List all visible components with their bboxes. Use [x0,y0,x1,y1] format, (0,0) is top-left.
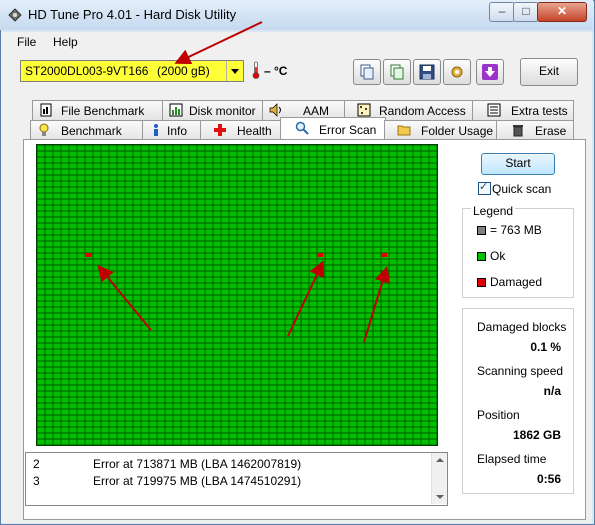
log-scrollbar[interactable] [431,453,447,504]
copy-icon [360,64,374,80]
tab-benchmark[interactable]: Benchmark [30,120,144,140]
tab-info[interactable]: Info [142,120,202,140]
options-button[interactable] [443,59,471,85]
trash-icon [513,125,523,137]
legend-title: Legend [471,204,516,218]
quick-scan-checkbox[interactable] [478,180,491,195]
chevron-down-icon[interactable] [226,61,243,81]
elapsed-time-label: Elapsed time [477,452,547,466]
tab-erase[interactable]: Erase [496,120,574,140]
options-icon [451,66,463,78]
start-button[interactable]: Start [481,153,555,175]
damaged-blocks-value: 0.1 % [530,340,561,354]
menu-bar: File Help [1,32,592,52]
copy-all-button[interactable] [383,59,411,85]
grid-lines [37,145,437,445]
maximize-button[interactable]: □ [513,2,539,22]
menu-help[interactable]: Help [53,35,78,49]
close-button[interactable]: ✕ [537,2,587,22]
position-value: 1862 GB [512,428,561,442]
list-item[interactable]: 3 Error at 719975 MB (LBA 1474510291) [33,474,301,488]
copy-all-icon [390,64,404,80]
tab-file-benchmark[interactable]: File Benchmark [32,100,164,120]
minimize-button[interactable]: – [489,2,515,22]
folder-icon [397,125,411,136]
error-log[interactable]: 2 Error at 713871 MB (LBA 1462007819) 3 Er… [25,452,448,506]
legend-block-swatch [477,226,486,235]
legend-damaged-swatch [477,278,486,287]
health-cross-icon [214,124,226,136]
position-label: Position [477,408,520,422]
tab-error-scan[interactable]: Error Scan [280,117,386,141]
quick-scan-label[interactable]: Quick scan [492,182,551,196]
scroll-up-icon[interactable] [436,458,444,462]
scanning-speed-label: Scanning speed [477,364,564,378]
legend-damaged-label: Damaged [490,275,543,289]
drive-capacity: (2000 gB) [157,64,210,78]
tab-folder-usage[interactable]: Folder Usage [384,120,498,140]
list-item[interactable]: 2 Error at 713871 MB (LBA 1462007819) [33,457,301,471]
speaker-icon [269,103,281,117]
disk-monitor-icon [169,103,183,117]
drive-name: ST2000DL003-9VT166 [25,64,149,78]
error-scan-grid [36,144,438,446]
stats-box [462,308,574,494]
extra-tests-icon [487,103,501,117]
app-icon [8,8,22,22]
copy-button[interactable] [353,59,381,85]
tab-extra-tests[interactable]: Extra tests [472,100,574,120]
bulb-icon [39,123,49,136]
random-access-icon [357,103,371,117]
damaged-block [86,253,92,257]
damaged-blocks-label: Damaged blocks [477,320,567,334]
legend-block-size: = 763 MB [490,223,542,237]
damaged-block [381,253,387,257]
info-icon [154,124,158,136]
title-bar[interactable]: HD Tune Pro 4.01 - Hard Disk Utility – □… [0,0,593,30]
download-icon [482,64,498,80]
tab-health[interactable]: Health [200,120,282,140]
exit-button[interactable]: Exit [520,58,578,86]
tab-disk-monitor[interactable]: Disk monitor [162,100,264,120]
menu-file[interactable]: File [17,35,36,49]
magnifier-icon [295,121,309,135]
save-icon [419,64,435,80]
legend-ok-label: Ok [490,249,506,263]
file-benchmark-icon [40,103,52,117]
elapsed-time-value: 0:56 [536,472,561,486]
scroll-down-icon[interactable] [436,495,444,499]
window-title: HD Tune Pro 4.01 - Hard Disk Utility [28,7,237,22]
drive-select[interactable]: ST2000DL003-9VT166 (2000 gB) [20,60,244,82]
legend-ok-swatch [477,252,486,261]
thermometer-icon [252,61,260,79]
save-button[interactable] [413,59,441,85]
scanning-speed-value: n/a [543,384,561,398]
temperature-readout: – °C [264,64,288,78]
download-button[interactable] [476,59,504,85]
damaged-block [317,253,323,257]
